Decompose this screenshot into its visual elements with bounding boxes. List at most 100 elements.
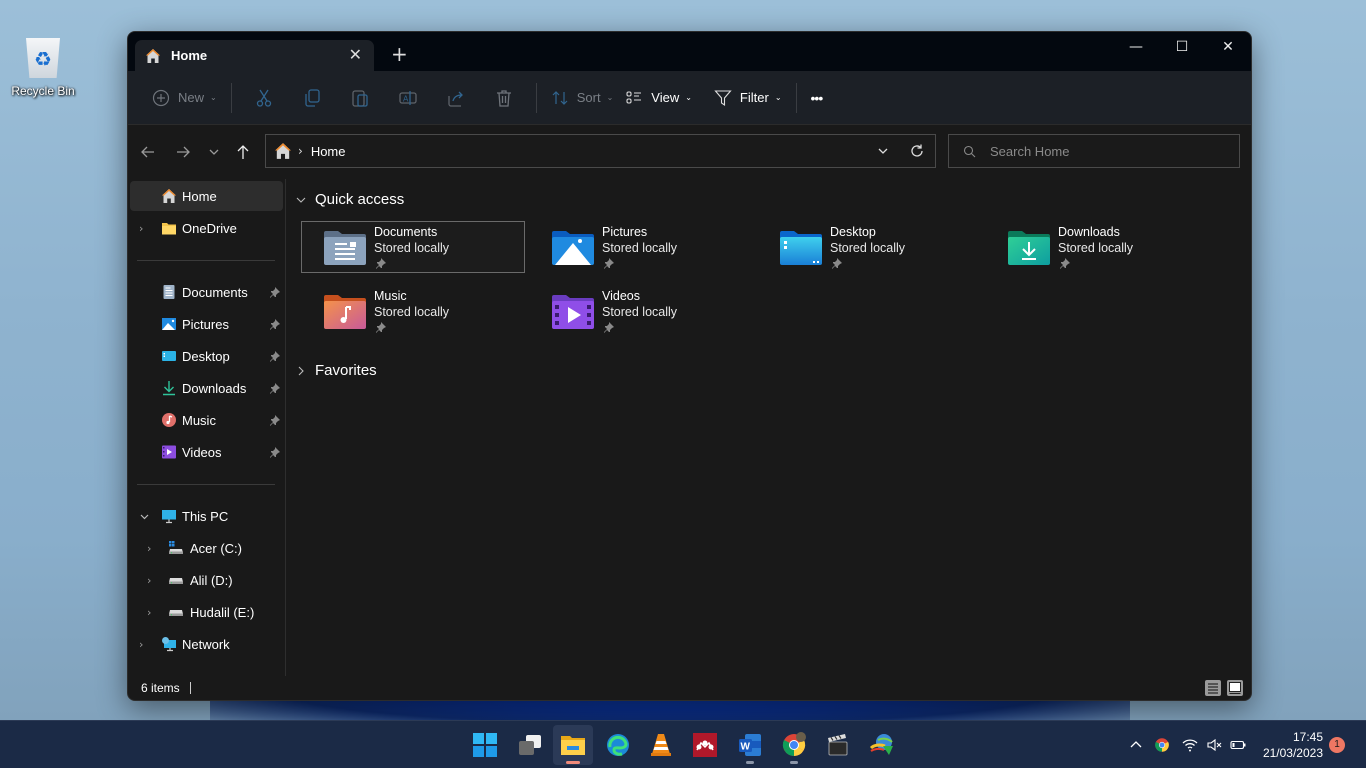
rename-icon: A [399,90,417,105]
navigation-bar: › Home [128,125,1251,179]
view-switcher [1205,680,1243,696]
sidebar-item-drive-c[interactable]: › Acer (C:) [130,533,283,563]
desktop-icon-recycle-bin[interactable]: Recycle Bin [8,38,78,98]
sidebar-item-onedrive[interactable]: › OneDrive [130,213,283,243]
close-window-button[interactable]: ✕ [1205,32,1251,62]
sort-label: Sort [576,90,601,105]
taskbar-vlc[interactable] [641,725,681,765]
more-options-button[interactable]: ••• [805,80,829,116]
pin-icon[interactable] [269,414,280,426]
chevron-up-icon[interactable] [1128,737,1144,753]
taskbar-task-view[interactable] [510,725,550,765]
system-tray [1128,721,1246,768]
breadcrumb-home[interactable]: Home [311,144,346,159]
favorites-header[interactable]: Favorites [295,362,377,379]
new-button[interactable]: New ⌄ [146,80,223,116]
clapperboard-icon [828,734,848,756]
sidebar-item-network[interactable]: › Network [130,629,283,659]
chevron-right-icon[interactable]: › [147,574,151,587]
maximize-button[interactable]: ☐ [1159,32,1205,62]
close-icon[interactable]: ✕ [349,45,362,64]
notification-badge[interactable]: 1 [1329,737,1345,753]
recent-locations-button[interactable] [199,138,229,166]
sidebar-item-downloads[interactable]: Downloads [130,373,283,403]
pin-icon[interactable] [269,446,280,458]
sidebar-item-drive-e[interactable]: › Hudalil (E:) [130,597,283,627]
sort-button[interactable]: Sort ⌄ [545,80,620,116]
tab-home[interactable]: Home ✕ [135,40,374,71]
svg-text:W: W [741,742,751,753]
sidebar-item-label: Desktop [182,348,230,364]
sort-icon [552,90,568,105]
wifi-icon[interactable] [1182,737,1198,753]
clock[interactable]: 17:45 21/03/2023 [1263,729,1323,761]
sidebar-item-videos[interactable]: Videos [130,437,283,467]
view-button[interactable]: View ⌄ [619,80,698,116]
delete-button[interactable] [480,80,528,116]
taskbar-edge[interactable] [598,725,638,765]
quick-access-desktop[interactable]: Desktop Stored locally [757,221,981,273]
taskbar-start[interactable] [465,725,505,765]
search-box[interactable] [948,134,1240,168]
pin-icon [604,322,614,333]
forward-button[interactable] [168,138,198,166]
rename-button[interactable]: A [384,80,432,116]
chevron-down-icon[interactable] [139,511,150,522]
back-button[interactable] [133,138,163,166]
sidebar-item-documents[interactable]: Documents [130,277,283,307]
sidebar-item-label: OneDrive [182,220,237,236]
quick-access-documents[interactable]: Documents Stored locally [301,221,525,273]
taskbar-video-editor[interactable] [818,725,858,765]
pin-icon[interactable] [269,286,280,298]
paste-button[interactable] [336,80,384,116]
sidebar-item-home[interactable]: Home [130,181,283,211]
tiles-view-button[interactable] [1227,680,1243,696]
quick-access-videos[interactable]: Videos Stored locally [529,285,753,337]
taskbar: W 17:45 21/03/2023 1 [0,720,1366,768]
sidebar-item-this-pc[interactable]: This PC [130,501,283,531]
file-explorer-window: Home ✕ + — ☐ ✕ New ⌄ A Sort ⌄ View ⌄ Fil… [127,31,1252,701]
paste-icon [352,89,368,107]
search-input[interactable] [990,143,1230,159]
sidebar-item-pictures[interactable]: Pictures [130,309,283,339]
pin-icon[interactable] [269,350,280,362]
speaker-muted-icon[interactable] [1206,737,1222,753]
quick-access-music[interactable]: Music Stored locally [301,285,525,337]
sidebar-item-music[interactable]: Music [130,405,283,435]
cut-button[interactable] [240,80,288,116]
view-label: View [651,90,680,105]
details-view-button[interactable] [1205,680,1221,696]
taskbar-idm[interactable] [862,725,902,765]
quick-access-header[interactable]: Quick access [295,191,404,208]
chevron-right-icon[interactable]: › [147,542,151,555]
sidebar-item-drive-d[interactable]: › Alil (D:) [130,565,283,595]
clock-time: 17:45 [1292,730,1323,744]
battery-icon[interactable] [1230,737,1246,753]
taskbar-file-explorer[interactable] [553,725,593,765]
copy-button[interactable] [288,80,336,116]
quick-access-pictures[interactable]: Pictures Stored locally [529,221,753,273]
quick-access-downloads[interactable]: Downloads Stored locally [985,221,1209,273]
chevron-right-icon[interactable]: › [139,222,143,235]
refresh-icon[interactable] [909,143,925,159]
filter-button[interactable]: Filter ⌄ [708,80,788,116]
sidebar-item-desktop[interactable]: Desktop [130,341,283,371]
share-button[interactable] [432,80,480,116]
chevron-right-icon[interactable]: › [139,638,143,651]
pin-icon[interactable] [269,318,280,330]
chrome-icon[interactable] [1154,737,1170,753]
up-button[interactable] [228,138,258,166]
taskbar-chrome[interactable] [774,725,814,765]
content-pane: Quick access Documents Stored locally Pi… [287,179,1251,676]
address-bar[interactable]: › Home [265,134,936,168]
taskbar-word[interactable]: W [730,725,770,765]
chevron-down-icon[interactable] [875,143,891,159]
tiles-view-icon [1227,680,1243,696]
taskbar-mendeley[interactable] [685,725,725,765]
chevron-right-icon[interactable]: › [147,606,151,619]
plus-icon[interactable]: + [391,42,408,66]
minimize-button[interactable]: — [1113,32,1159,62]
delete-icon [496,89,511,107]
running-indicator [746,761,754,764]
pin-icon[interactable] [269,382,280,394]
